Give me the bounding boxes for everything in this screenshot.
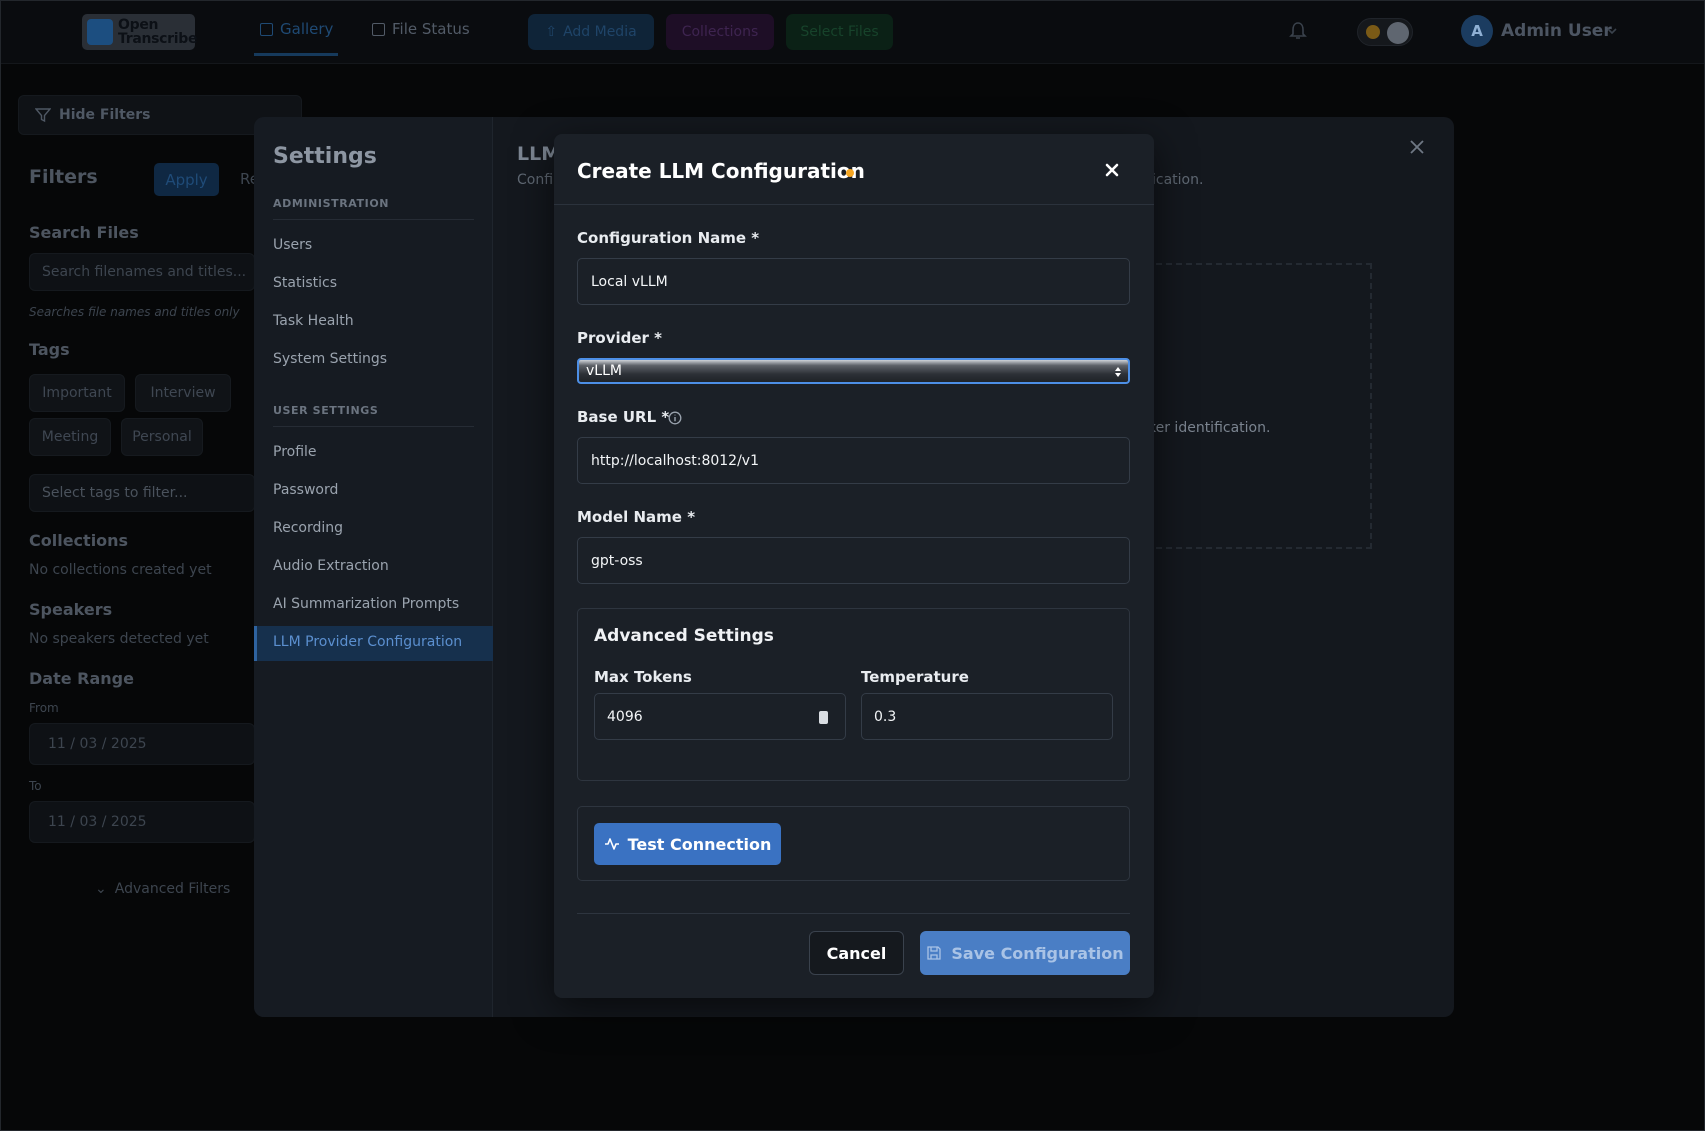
sidebar-item-users[interactable]: Users [273,237,312,253]
advanced-settings-section: Advanced Settings Max Tokens 4096 Temper… [577,608,1130,781]
avatar[interactable]: A [1461,15,1493,47]
sidebar-item-task-health[interactable]: Task Health [273,313,354,329]
search-files-input[interactable]: Search filenames and titles... [29,253,255,291]
top-navbar: Open Transcribe Gallery File Status ⇧ Add… [0,0,1705,64]
number-stepper-icon[interactable] [819,711,828,724]
temperature-input[interactable]: 0.3 [861,693,1113,740]
filters-title: Filters [29,166,98,188]
nav-active-indicator [254,53,338,56]
collections-button[interactable]: Collections [666,14,774,50]
tags-heading: Tags [29,340,70,359]
activity-icon [604,838,619,850]
user-name[interactable]: Admin User [1501,21,1612,41]
administration-heading: ADMINISTRATION [273,197,390,210]
empty-state-box [1146,263,1372,549]
settings-sidebar: Settings ADMINISTRATION Users Statistics… [254,117,493,1017]
advanced-settings-title: Advanced Settings [594,626,774,646]
tag-chip[interactable]: Interview [135,374,231,412]
max-tokens-label: Max Tokens [594,668,692,686]
sidebar-item-recording[interactable]: Recording [273,520,343,536]
info-icon[interactable] [668,411,682,425]
advanced-filters-toggle[interactable]: ⌄ Advanced Filters [95,881,230,897]
tag-chip[interactable]: Important [29,374,125,412]
file-icon [372,22,385,36]
dialog-title: Create LLM Configuration [577,159,865,183]
search-hint: Searches file names and titles only [29,305,240,319]
tag-chip[interactable]: Meeting [29,418,111,456]
close-icon[interactable] [1409,139,1425,155]
max-tokens-input[interactable]: 4096 [594,693,846,740]
chevron-down-icon[interactable] [1606,25,1618,37]
empty-state-text: ker identification. [1148,420,1271,436]
base-url-label: Base URL * [577,408,670,426]
filter-icon [35,108,51,123]
image-icon [260,22,273,36]
from-date-input[interactable]: 11 / 03 / 2025 [29,723,255,765]
apply-filters-button[interactable]: Apply [154,163,219,196]
config-name-label: Configuration Name * [577,229,760,247]
test-connection-button[interactable]: Test Connection [594,823,781,865]
bell-icon[interactable] [1289,21,1307,41]
provider-select[interactable]: vLLM [577,358,1130,384]
sun-icon [1366,25,1380,39]
save-icon [927,946,942,960]
speakers-empty: No speakers detected yet [29,631,209,647]
content-subtitle: Confi [517,172,554,188]
provider-label: Provider * [577,329,662,347]
add-media-button[interactable]: ⇧ Add Media [528,14,654,50]
settings-title: Settings [273,144,377,169]
section-divider [273,219,474,220]
app-logo[interactable]: Open Transcribe [82,14,198,50]
unsaved-indicator [846,169,854,177]
tags-select[interactable]: Select tags to filter... [29,474,255,512]
save-configuration-button[interactable]: Save Configuration [920,931,1130,975]
toggle-knob [1387,22,1409,44]
search-files-heading: Search Files [29,223,139,242]
sidebar-item-llm-provider-configuration[interactable]: LLM Provider Configuration [254,626,493,661]
test-connection-section: Test Connection [577,806,1130,881]
logo-mark-icon [87,19,113,45]
sidebar-item-password[interactable]: Password [273,482,338,498]
cancel-button[interactable]: Cancel [809,931,904,975]
model-name-input[interactable]: gpt-oss [577,537,1130,584]
sidebar-item-audio-extraction[interactable]: Audio Extraction [273,558,389,574]
tag-chip[interactable]: Personal [121,418,203,456]
base-url-input[interactable]: http://localhost:8012/v1 [577,437,1130,484]
section-divider [273,426,474,427]
logo-text: Open Transcribe [118,17,198,47]
collections-empty: No collections created yet [29,562,212,578]
close-icon[interactable] [1105,163,1119,177]
content-subtitle-end: ication. [1152,172,1204,188]
from-label: From [29,701,59,715]
model-name-label: Model Name * [577,508,696,526]
chevron-down-icon: ⌄ [95,881,107,897]
user-settings-heading: USER SETTINGS [273,404,379,417]
select-arrows-icon [1115,367,1121,377]
sidebar-item-profile[interactable]: Profile [273,444,317,460]
to-label: To [29,779,42,793]
sidebar-item-system-settings[interactable]: System Settings [273,351,387,367]
temperature-label: Temperature [861,668,969,686]
config-name-input[interactable]: Local vLLM [577,258,1130,305]
dialog-header: Create LLM Configuration [554,134,1154,205]
to-date-input[interactable]: 11 / 03 / 2025 [29,801,255,843]
date-range-heading: Date Range [29,669,134,688]
nav-tab-file-status[interactable]: File Status [372,20,470,38]
select-files-button[interactable]: Select Files [786,14,893,50]
nav-tab-gallery[interactable]: Gallery [260,20,333,38]
theme-toggle[interactable] [1357,18,1413,46]
collections-heading: Collections [29,531,129,550]
sidebar-item-statistics[interactable]: Statistics [273,275,337,291]
speakers-heading: Speakers [29,600,113,619]
upload-icon: ⇧ [545,24,558,40]
footer-divider [577,913,1130,914]
create-llm-config-dialog: Create LLM Configuration Configuration N… [554,134,1154,998]
sidebar-item-ai-summarization-prompts[interactable]: AI Summarization Prompts [273,596,459,612]
